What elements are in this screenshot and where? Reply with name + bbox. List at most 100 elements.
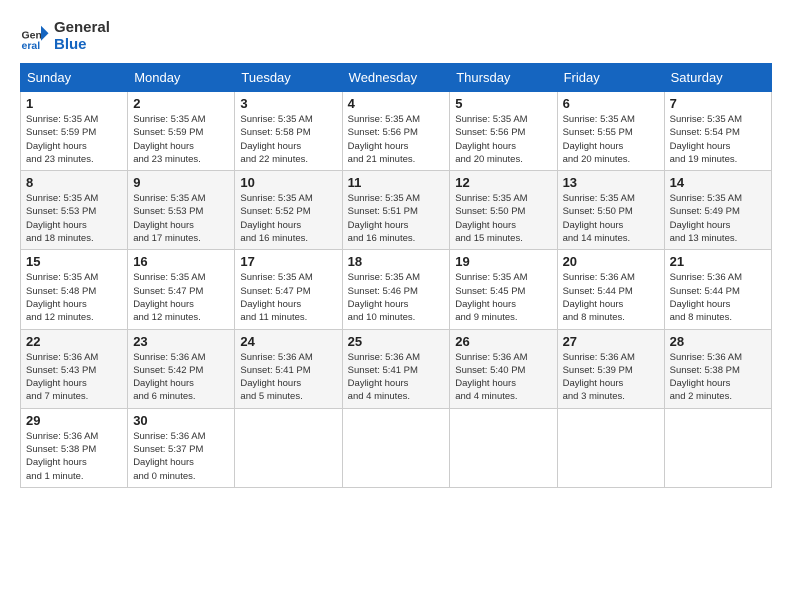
- weekday-header: Friday: [557, 64, 664, 92]
- day-number: 10: [240, 175, 336, 190]
- day-number: 12: [455, 175, 551, 190]
- calendar-day-cell: 18 Sunrise: 5:35 AM Sunset: 5:46 PM Dayl…: [342, 250, 450, 329]
- day-info: Sunrise: 5:35 AM Sunset: 5:51 PM Dayligh…: [348, 192, 445, 245]
- day-info: Sunrise: 5:35 AM Sunset: 5:45 PM Dayligh…: [455, 271, 551, 324]
- calendar-day-cell: 1 Sunrise: 5:35 AM Sunset: 5:59 PM Dayli…: [21, 92, 128, 171]
- day-info: Sunrise: 5:35 AM Sunset: 5:52 PM Dayligh…: [240, 192, 336, 245]
- calendar-day-cell: 27 Sunrise: 5:36 AM Sunset: 5:39 PM Dayl…: [557, 329, 664, 408]
- day-number: 22: [26, 334, 122, 349]
- weekday-header: Sunday: [21, 64, 128, 92]
- calendar-day-cell: 17 Sunrise: 5:35 AM Sunset: 5:47 PM Dayl…: [235, 250, 342, 329]
- day-info: Sunrise: 5:35 AM Sunset: 5:46 PM Dayligh…: [348, 271, 445, 324]
- day-info: Sunrise: 5:36 AM Sunset: 5:37 PM Dayligh…: [133, 430, 229, 483]
- day-number: 23: [133, 334, 229, 349]
- day-info: Sunrise: 5:35 AM Sunset: 5:59 PM Dayligh…: [26, 113, 122, 166]
- calendar-day-cell: 6 Sunrise: 5:35 AM Sunset: 5:55 PM Dayli…: [557, 92, 664, 171]
- calendar-day-cell: [235, 408, 342, 487]
- day-info: Sunrise: 5:36 AM Sunset: 5:41 PM Dayligh…: [240, 351, 336, 404]
- day-info: Sunrise: 5:35 AM Sunset: 5:53 PM Dayligh…: [26, 192, 122, 245]
- calendar-day-cell: 5 Sunrise: 5:35 AM Sunset: 5:56 PM Dayli…: [450, 92, 557, 171]
- day-info: Sunrise: 5:35 AM Sunset: 5:50 PM Dayligh…: [563, 192, 659, 245]
- day-number: 3: [240, 96, 336, 111]
- weekday-header: Saturday: [664, 64, 771, 92]
- weekday-header: Monday: [128, 64, 235, 92]
- day-number: 16: [133, 254, 229, 269]
- calendar-day-cell: [664, 408, 771, 487]
- calendar-week-row: 1 Sunrise: 5:35 AM Sunset: 5:59 PM Dayli…: [21, 92, 772, 171]
- day-info: Sunrise: 5:35 AM Sunset: 5:53 PM Dayligh…: [133, 192, 229, 245]
- day-number: 19: [455, 254, 551, 269]
- calendar-day-cell: 15 Sunrise: 5:35 AM Sunset: 5:48 PM Dayl…: [21, 250, 128, 329]
- calendar-day-cell: 14 Sunrise: 5:35 AM Sunset: 5:49 PM Dayl…: [664, 171, 771, 250]
- day-number: 4: [348, 96, 445, 111]
- calendar-day-cell: 8 Sunrise: 5:35 AM Sunset: 5:53 PM Dayli…: [21, 171, 128, 250]
- day-number: 28: [670, 334, 766, 349]
- calendar-day-cell: [557, 408, 664, 487]
- calendar-day-cell: [450, 408, 557, 487]
- calendar-day-cell: [342, 408, 450, 487]
- logo-icon: Gen eral: [20, 22, 50, 52]
- day-info: Sunrise: 5:36 AM Sunset: 5:38 PM Dayligh…: [670, 351, 766, 404]
- calendar-day-cell: 9 Sunrise: 5:35 AM Sunset: 5:53 PM Dayli…: [128, 171, 235, 250]
- calendar-day-cell: 25 Sunrise: 5:36 AM Sunset: 5:41 PM Dayl…: [342, 329, 450, 408]
- day-number: 17: [240, 254, 336, 269]
- day-info: Sunrise: 5:36 AM Sunset: 5:44 PM Dayligh…: [563, 271, 659, 324]
- day-info: Sunrise: 5:36 AM Sunset: 5:39 PM Dayligh…: [563, 351, 659, 404]
- day-info: Sunrise: 5:36 AM Sunset: 5:44 PM Dayligh…: [670, 271, 766, 324]
- day-info: Sunrise: 5:35 AM Sunset: 5:54 PM Dayligh…: [670, 113, 766, 166]
- day-info: Sunrise: 5:36 AM Sunset: 5:41 PM Dayligh…: [348, 351, 445, 404]
- calendar-day-cell: 13 Sunrise: 5:35 AM Sunset: 5:50 PM Dayl…: [557, 171, 664, 250]
- day-number: 25: [348, 334, 445, 349]
- day-number: 6: [563, 96, 659, 111]
- day-info: Sunrise: 5:35 AM Sunset: 5:47 PM Dayligh…: [133, 271, 229, 324]
- logo-text: General Blue: [54, 20, 110, 53]
- calendar-week-row: 8 Sunrise: 5:35 AM Sunset: 5:53 PM Dayli…: [21, 171, 772, 250]
- calendar-day-cell: 10 Sunrise: 5:35 AM Sunset: 5:52 PM Dayl…: [235, 171, 342, 250]
- calendar-week-row: 29 Sunrise: 5:36 AM Sunset: 5:38 PM Dayl…: [21, 408, 772, 487]
- calendar-day-cell: 23 Sunrise: 5:36 AM Sunset: 5:42 PM Dayl…: [128, 329, 235, 408]
- day-info: Sunrise: 5:35 AM Sunset: 5:48 PM Dayligh…: [26, 271, 122, 324]
- calendar-day-cell: 7 Sunrise: 5:35 AM Sunset: 5:54 PM Dayli…: [664, 92, 771, 171]
- day-info: Sunrise: 5:35 AM Sunset: 5:55 PM Dayligh…: [563, 113, 659, 166]
- day-number: 14: [670, 175, 766, 190]
- calendar-day-cell: 19 Sunrise: 5:35 AM Sunset: 5:45 PM Dayl…: [450, 250, 557, 329]
- calendar-day-cell: 22 Sunrise: 5:36 AM Sunset: 5:43 PM Dayl…: [21, 329, 128, 408]
- day-info: Sunrise: 5:35 AM Sunset: 5:49 PM Dayligh…: [670, 192, 766, 245]
- day-info: Sunrise: 5:35 AM Sunset: 5:50 PM Dayligh…: [455, 192, 551, 245]
- calendar-day-cell: 29 Sunrise: 5:36 AM Sunset: 5:38 PM Dayl…: [21, 408, 128, 487]
- day-info: Sunrise: 5:36 AM Sunset: 5:43 PM Dayligh…: [26, 351, 122, 404]
- calendar-day-cell: 11 Sunrise: 5:35 AM Sunset: 5:51 PM Dayl…: [342, 171, 450, 250]
- day-number: 18: [348, 254, 445, 269]
- day-info: Sunrise: 5:36 AM Sunset: 5:40 PM Dayligh…: [455, 351, 551, 404]
- calendar-day-cell: 4 Sunrise: 5:35 AM Sunset: 5:56 PM Dayli…: [342, 92, 450, 171]
- day-number: 29: [26, 413, 122, 428]
- day-number: 7: [670, 96, 766, 111]
- weekday-header: Wednesday: [342, 64, 450, 92]
- day-number: 26: [455, 334, 551, 349]
- logo: Gen eral General Blue: [20, 20, 110, 53]
- calendar-week-row: 22 Sunrise: 5:36 AM Sunset: 5:43 PM Dayl…: [21, 329, 772, 408]
- day-number: 9: [133, 175, 229, 190]
- calendar-day-cell: 2 Sunrise: 5:35 AM Sunset: 5:59 PM Dayli…: [128, 92, 235, 171]
- weekday-header-row: SundayMondayTuesdayWednesdayThursdayFrid…: [21, 64, 772, 92]
- calendar-day-cell: 16 Sunrise: 5:35 AM Sunset: 5:47 PM Dayl…: [128, 250, 235, 329]
- calendar-week-row: 15 Sunrise: 5:35 AM Sunset: 5:48 PM Dayl…: [21, 250, 772, 329]
- svg-text:eral: eral: [22, 40, 41, 52]
- day-info: Sunrise: 5:35 AM Sunset: 5:56 PM Dayligh…: [348, 113, 445, 166]
- day-number: 11: [348, 175, 445, 190]
- calendar-day-cell: 21 Sunrise: 5:36 AM Sunset: 5:44 PM Dayl…: [664, 250, 771, 329]
- day-info: Sunrise: 5:36 AM Sunset: 5:38 PM Dayligh…: [26, 430, 122, 483]
- day-number: 30: [133, 413, 229, 428]
- calendar-day-cell: 26 Sunrise: 5:36 AM Sunset: 5:40 PM Dayl…: [450, 329, 557, 408]
- day-number: 24: [240, 334, 336, 349]
- day-number: 5: [455, 96, 551, 111]
- day-number: 8: [26, 175, 122, 190]
- day-info: Sunrise: 5:35 AM Sunset: 5:59 PM Dayligh…: [133, 113, 229, 166]
- weekday-header: Thursday: [450, 64, 557, 92]
- day-number: 21: [670, 254, 766, 269]
- calendar-table: SundayMondayTuesdayWednesdayThursdayFrid…: [20, 63, 772, 488]
- day-number: 13: [563, 175, 659, 190]
- calendar-body: 1 Sunrise: 5:35 AM Sunset: 5:59 PM Dayli…: [21, 92, 772, 488]
- day-info: Sunrise: 5:35 AM Sunset: 5:58 PM Dayligh…: [240, 113, 336, 166]
- day-number: 1: [26, 96, 122, 111]
